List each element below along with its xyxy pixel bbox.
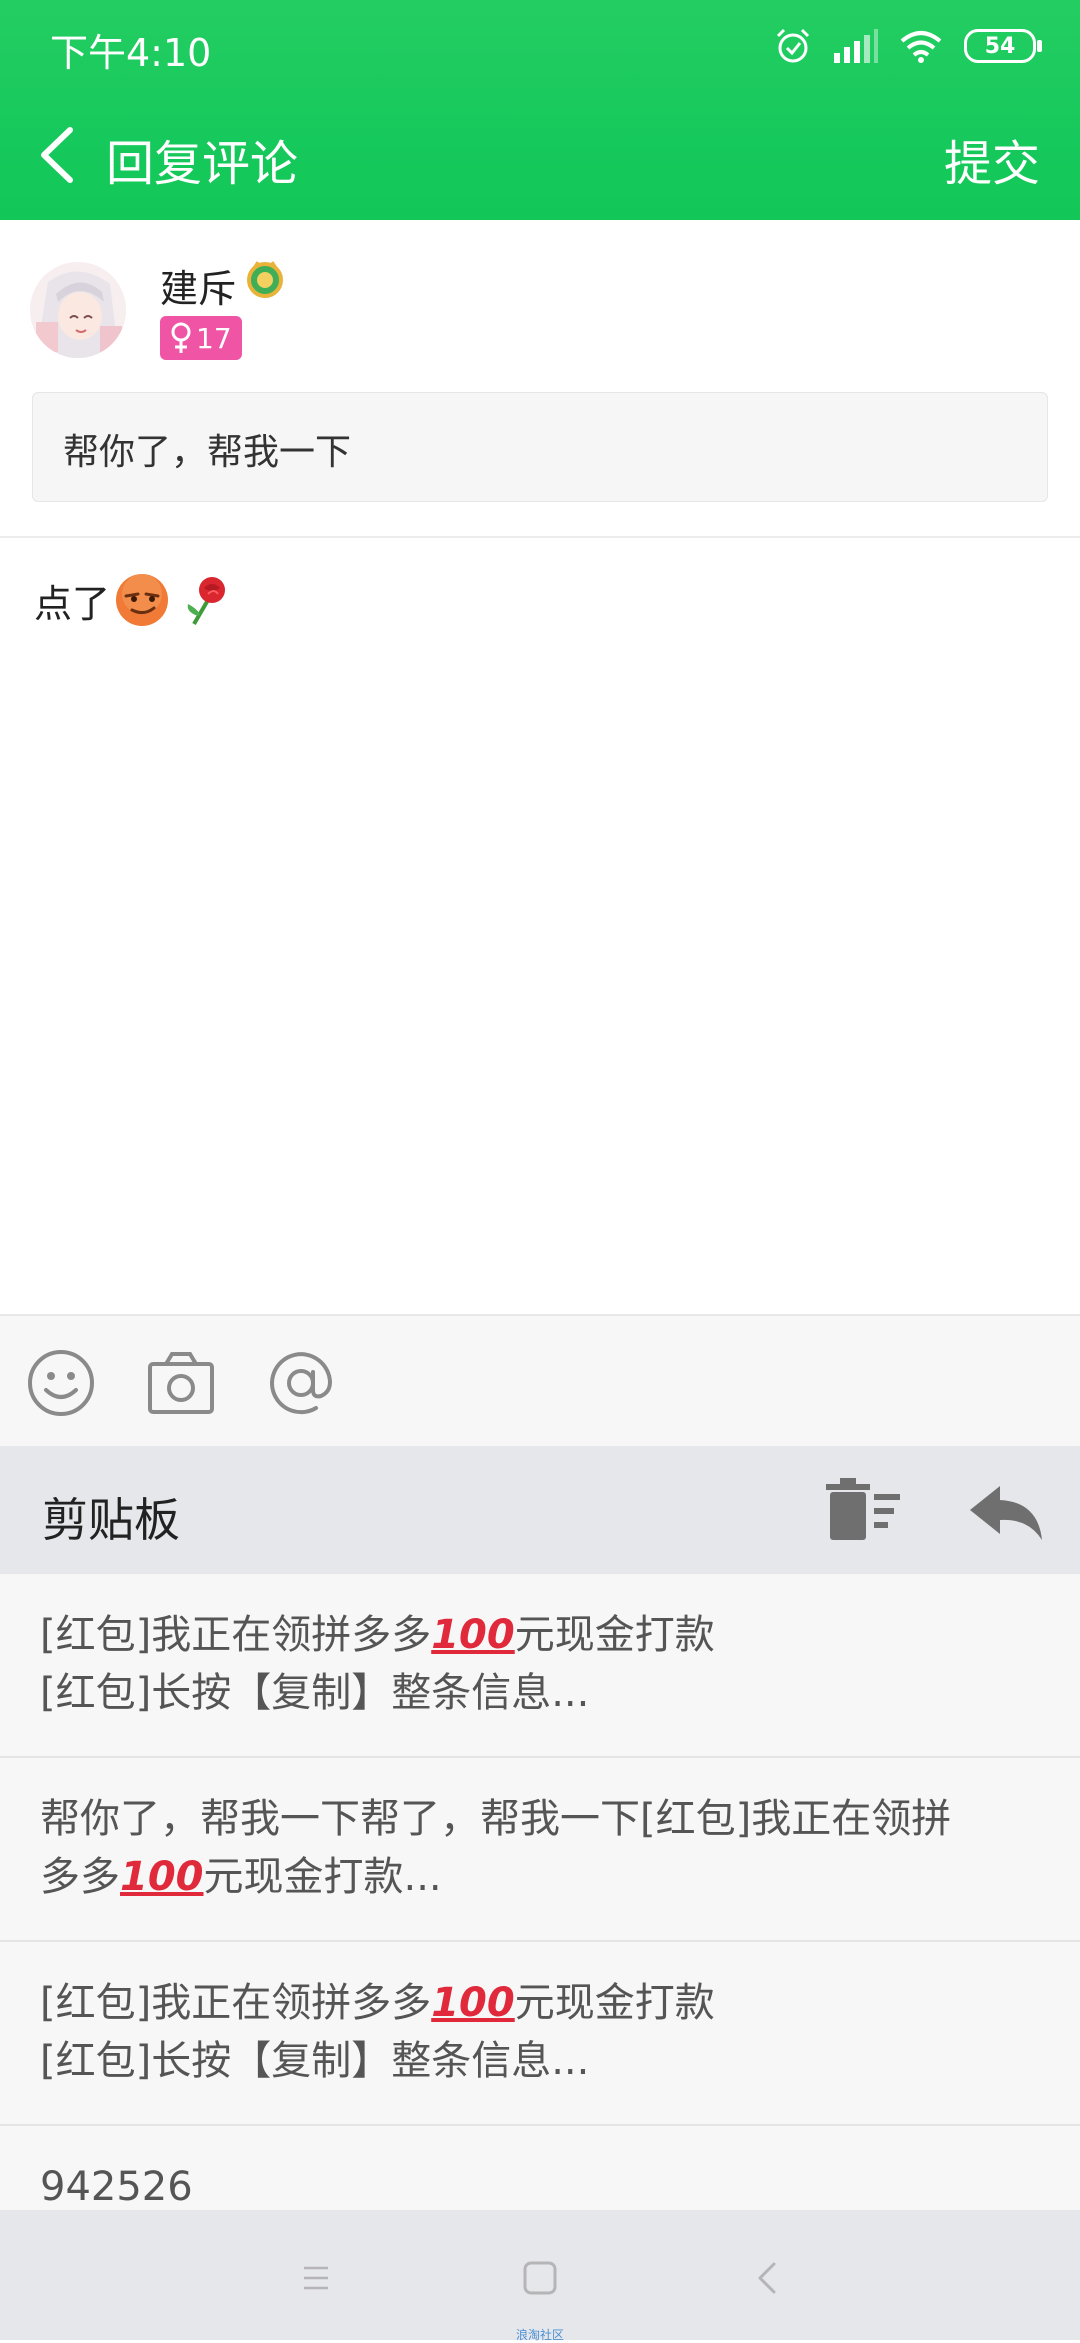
clipboard-text: 多多 bbox=[40, 1854, 120, 1900]
clipboard-item-line: [红包]长按【复制】整条信息... bbox=[40, 1670, 590, 1716]
clipboard-item[interactable]: [红包]我正在领拼多多100元现金打款 [红包]长按【复制】整条信息... bbox=[0, 1574, 1080, 1758]
reply-text: 点了 bbox=[34, 581, 111, 626]
age-text: 17 bbox=[196, 321, 232, 355]
at-mention-icon[interactable] bbox=[266, 1348, 336, 1418]
hundred-emoji: 100 bbox=[120, 1854, 204, 1900]
medal-icon bbox=[247, 261, 283, 298]
signal-icon bbox=[834, 29, 878, 63]
back-icon[interactable] bbox=[30, 122, 90, 188]
female-icon bbox=[171, 322, 191, 353]
username[interactable]: 建斥 bbox=[160, 258, 236, 313]
reply-input[interactable]: 点了 bbox=[34, 572, 234, 628]
hundred-emoji: 100 bbox=[431, 1612, 515, 1658]
navigation-bar: 回复评论 提交 bbox=[0, 100, 1080, 210]
battery-icon: 54 bbox=[964, 29, 1042, 63]
input-toolbar bbox=[0, 1314, 1080, 1448]
clipboard-list: [红包]我正在领拼多多100元现金打款 [红包]长按【复制】整条信息... 帮你… bbox=[0, 1574, 1080, 2210]
clipboard-item[interactable]: [红包]我正在领拼多多100元现金打款 [红包]长按【复制】整条信息... bbox=[0, 1942, 1080, 2126]
divider bbox=[0, 536, 1080, 538]
return-icon[interactable] bbox=[966, 1482, 1046, 1542]
clipboard-item[interactable]: 帮你了，帮我一下帮了，帮我一下[红包]我正在领拼 多多100元现金打款... bbox=[0, 1758, 1080, 1942]
rose-emoji-icon bbox=[187, 577, 226, 626]
clipboard-item-line: 942526 bbox=[40, 2164, 193, 2210]
status-time: 下午4:10 bbox=[50, 31, 212, 75]
system-navigation-bar bbox=[0, 2210, 1080, 2340]
clear-clipboard-trash-icon[interactable] bbox=[826, 1478, 906, 1544]
clipboard-item-line: 帮你了，帮我一下帮了，帮我一下[红包]我正在领拼 bbox=[40, 1796, 952, 1842]
clipboard-item-line: 多多100元现金打款... bbox=[40, 1848, 1040, 1906]
page-title: 回复评论 bbox=[106, 136, 299, 192]
menu-icon[interactable] bbox=[292, 2254, 340, 2302]
status-bar: 下午4:10 54 bbox=[0, 0, 1080, 90]
clipboard-item-line: [红包]我正在领拼多多100元现金打款 bbox=[40, 1606, 1040, 1664]
quoted-comment-text: 帮你了，帮我一下 bbox=[63, 432, 352, 473]
battery-level: 54 bbox=[984, 33, 1016, 59]
gender-age-badge: 17 bbox=[160, 316, 242, 360]
clipboard-text: [红包]我正在领拼多多 bbox=[40, 1980, 432, 2026]
clipboard-text: [红包]我正在领拼多多 bbox=[40, 1612, 432, 1658]
clipboard-item[interactable]: 942526 bbox=[0, 2126, 1080, 2210]
wifi-icon bbox=[900, 31, 942, 63]
clipboard-text: 元现金打款... bbox=[203, 1854, 442, 1900]
clipboard-text: 元现金打款 bbox=[514, 1980, 715, 2026]
hundred-emoji: 100 bbox=[431, 1980, 515, 2026]
clipboard-text: 元现金打款 bbox=[514, 1612, 715, 1658]
avatar-image bbox=[30, 262, 126, 358]
clipboard-item-line: [红包]长按【复制】整条信息... bbox=[40, 2038, 590, 2084]
emoji-icon[interactable] bbox=[26, 1348, 96, 1418]
watermark: 浪淘社区 bbox=[515, 2328, 564, 2342]
avatar[interactable] bbox=[30, 262, 126, 358]
submit-button[interactable]: 提交 bbox=[944, 124, 1040, 194]
back-nav-icon[interactable] bbox=[744, 2254, 792, 2302]
camera-icon[interactable] bbox=[146, 1348, 216, 1418]
home-icon[interactable] bbox=[516, 2254, 564, 2302]
smirk-face-emoji-icon bbox=[116, 574, 169, 626]
quoted-comment: 帮你了，帮我一下 bbox=[32, 392, 1048, 502]
clipboard-header: 剪贴板 bbox=[0, 1446, 1080, 1574]
app-header: 下午4:10 54 回复评论 提交 bbox=[0, 0, 1080, 220]
clipboard-title: 剪贴板 bbox=[42, 1493, 180, 1547]
status-icons: 54 bbox=[774, 22, 1042, 70]
alarm-icon bbox=[776, 28, 810, 63]
clipboard-item-line: [红包]我正在领拼多多100元现金打款 bbox=[40, 1974, 1040, 2032]
